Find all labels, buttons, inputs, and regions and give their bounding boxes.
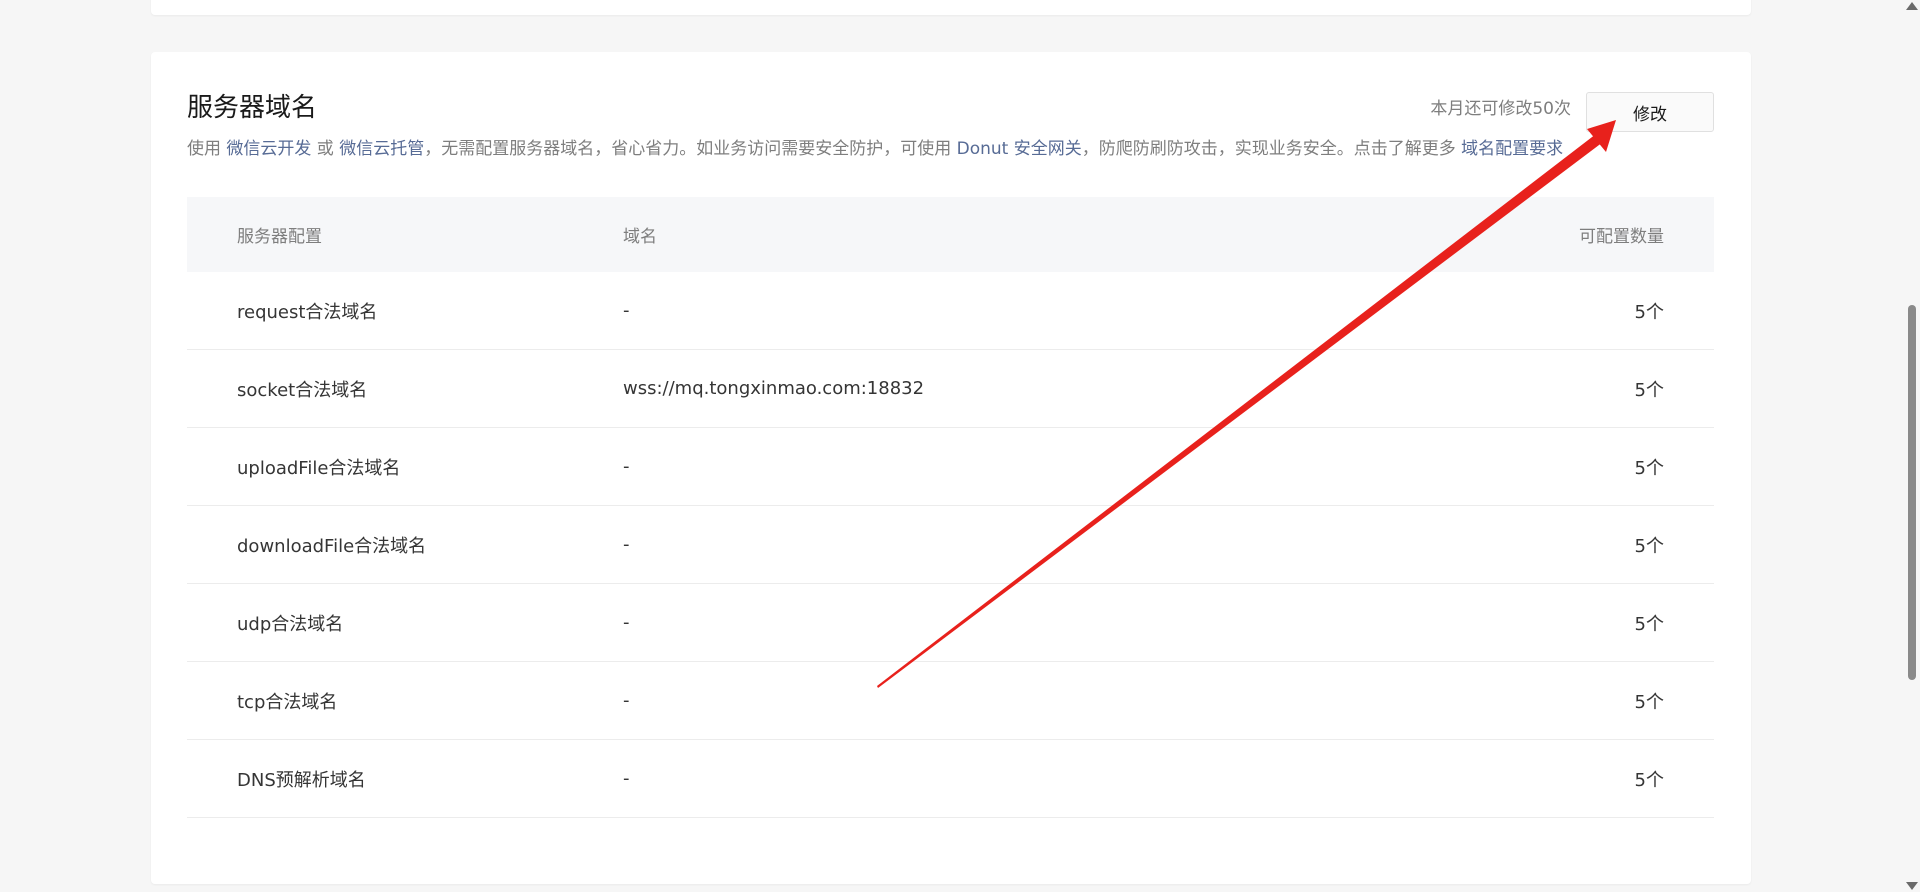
table-row: DNS预解析域名 - 5个 <box>187 740 1714 818</box>
table-header: 服务器配置 域名 可配置数量 <box>187 197 1714 272</box>
section-description: 使用 微信云开发 或 微信云托管，无需配置服务器域名，省心省力。如业务访问需要安… <box>187 138 1627 160</box>
table-row: uploadFile合法域名 - 5个 <box>187 428 1714 506</box>
quota-remaining-text: 本月还可修改50次 <box>1430 99 1571 119</box>
row-type: downloadFile合法域名 <box>237 535 427 557</box>
desc-text: ，无需配置服务器域名，省心省力。如业务访问需要安全防护，可使用 <box>424 139 957 159</box>
desc-text: 使用 <box>187 139 227 159</box>
row-count: 5个 <box>1634 613 1664 635</box>
row-domain: - <box>623 534 630 555</box>
table-row: socket合法域名 wss://mq.tongxinmao.com:18832… <box>187 350 1714 428</box>
header-server-config: 服务器配置 <box>237 227 322 247</box>
cloud-hosting-link[interactable]: 微信云托管 <box>339 139 424 159</box>
scroll-down-arrow-icon[interactable] <box>1906 882 1918 890</box>
row-type: socket合法域名 <box>237 379 368 401</box>
row-domain: - <box>623 300 630 321</box>
table-row: tcp合法域名 - 5个 <box>187 662 1714 740</box>
cloud-dev-link[interactable]: 微信云开发 <box>226 139 311 159</box>
row-count: 5个 <box>1634 457 1664 479</box>
row-domain: - <box>623 690 630 711</box>
row-type: uploadFile合法域名 <box>237 457 401 479</box>
server-domain-table: 服务器配置 域名 可配置数量 request合法域名 - 5个 socket合法… <box>187 197 1714 818</box>
modify-button[interactable]: 修改 <box>1586 92 1714 132</box>
row-type: request合法域名 <box>237 301 378 323</box>
row-domain: - <box>623 456 630 477</box>
previous-section-card <box>151 0 1751 15</box>
scroll-up-arrow-icon[interactable] <box>1906 2 1918 10</box>
donut-gateway-link[interactable]: Donut 安全网关 <box>957 139 1082 159</box>
row-type: tcp合法域名 <box>237 691 338 713</box>
row-count: 5个 <box>1634 379 1664 401</box>
server-domain-card: 服务器域名 本月还可修改50次 修改 使用 微信云开发 或 微信云托管，无需配置… <box>151 52 1751 884</box>
page-scrollbar[interactable] <box>1904 0 1920 892</box>
row-domain: - <box>623 768 630 789</box>
row-count: 5个 <box>1634 535 1664 557</box>
row-type: DNS预解析域名 <box>237 769 366 791</box>
header-domain: 域名 <box>623 227 657 247</box>
table-row: udp合法域名 - 5个 <box>187 584 1714 662</box>
scroll-thumb[interactable] <box>1908 305 1916 680</box>
header-count: 可配置数量 <box>1579 227 1664 247</box>
row-count: 5个 <box>1634 769 1664 791</box>
row-count: 5个 <box>1634 301 1664 323</box>
domain-requirements-link[interactable]: 域名配置要求 <box>1461 139 1563 159</box>
table-row: request合法域名 - 5个 <box>187 272 1714 350</box>
row-count: 5个 <box>1634 691 1664 713</box>
row-type: udp合法域名 <box>237 613 344 635</box>
desc-text: ，防爬防刷防攻击，实现业务安全。点击了解更多 <box>1081 139 1462 159</box>
row-domain: - <box>623 612 630 633</box>
desc-text: 或 <box>311 139 340 159</box>
section-title: 服务器域名 <box>187 93 318 123</box>
table-row: downloadFile合法域名 - 5个 <box>187 506 1714 584</box>
row-domain: wss://mq.tongxinmao.com:18832 <box>623 378 925 399</box>
